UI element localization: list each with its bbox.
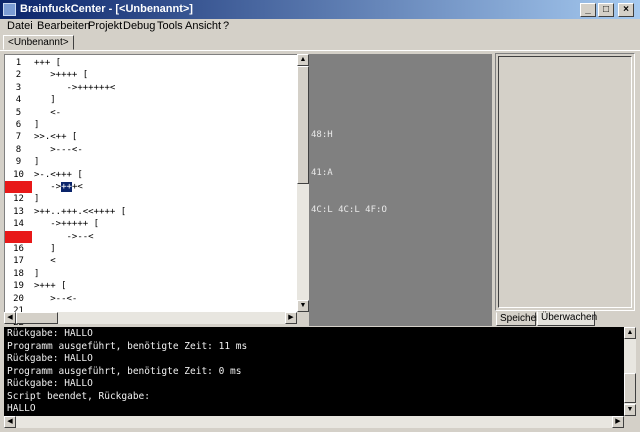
editor-vertical-scrollbar[interactable]: ▲ ▼ xyxy=(297,54,309,312)
code-line: < xyxy=(34,256,56,267)
scroll-down-button[interactable]: ▼ xyxy=(297,300,309,312)
line-number[interactable]: 9 xyxy=(5,156,32,168)
menu-bearbeiten[interactable]: Bearbeiten xyxy=(37,20,90,32)
code-line: ] xyxy=(34,244,56,254)
line-number[interactable]: 2 xyxy=(5,69,32,81)
memory-annotation-panel: 48:H 41:A 4C:L 4C:L 4F:O xyxy=(309,54,492,326)
line-number[interactable]: 7 xyxy=(5,131,32,143)
menu-projekt[interactable]: Projekt xyxy=(88,20,122,32)
memory-annotation: 4C:L 4C:L 4F:O xyxy=(311,204,387,215)
code-line: ] xyxy=(34,157,40,168)
line-number[interactable]: 18 xyxy=(5,268,32,280)
code-line: ->+++< xyxy=(34,182,83,192)
line-number[interactable]: 13 xyxy=(5,206,32,218)
console-vertical-scrollbar[interactable]: ▲ ▼ xyxy=(624,327,636,416)
line-number[interactable]: 17 xyxy=(5,255,32,267)
scroll-up-button[interactable]: ▲ xyxy=(297,54,309,66)
code-line: >+++ [ xyxy=(34,281,67,292)
maximize-button[interactable]: □ xyxy=(598,3,614,17)
selected-code: ++ xyxy=(61,182,72,192)
console-horizontal-scrollbar[interactable]: ◀ ▶ xyxy=(4,416,624,428)
code-line: >>.<++ [ xyxy=(34,132,78,143)
scroll-corner xyxy=(297,312,309,324)
code-line: ] xyxy=(34,268,40,279)
memory-annotation: 41:A xyxy=(311,167,333,178)
breakpoint-marker[interactable]: 15 xyxy=(5,230,32,243)
code-line: >---<- xyxy=(34,144,83,155)
line-number[interactable]: 12 xyxy=(5,193,32,205)
code-text: +< xyxy=(71,182,83,192)
window-title: BrainfuckCenter - [<Unbenannt>] xyxy=(20,3,193,15)
editor-horizontal-scrollbar[interactable]: ◀ ▶ xyxy=(4,312,297,324)
code-editor[interactable]: +++ [ >++++ [ ->++++++< ] <-] >>.<++ [ >-… xyxy=(32,54,297,312)
console-line: Programm ausgeführt, benötigte Zeit: 11 … xyxy=(7,340,248,352)
memory-annotation: 48:H xyxy=(311,130,333,141)
title-bar: BrainfuckCenter - [<Unbenannt>] _ □ × xyxy=(0,0,640,19)
console-scroll-left-button[interactable]: ◀ xyxy=(4,416,16,428)
line-number[interactable]: 20 xyxy=(5,293,32,305)
console-scroll-right-button[interactable]: ▶ xyxy=(612,416,624,428)
line-number[interactable]: 14 xyxy=(5,218,32,230)
scroll-right-button[interactable]: ▶ xyxy=(285,312,297,324)
menu-tools[interactable]: Tools xyxy=(157,20,183,32)
console-scroll-thumb[interactable] xyxy=(624,373,636,403)
code-line: <- xyxy=(34,107,62,118)
console-scroll-up-button[interactable]: ▲ xyxy=(624,327,636,339)
close-button[interactable]: × xyxy=(618,3,634,17)
console-line: HALLO xyxy=(7,403,36,414)
line-number[interactable]: 4 xyxy=(5,94,32,106)
tab-unbenannt[interactable]: <Unbenannt> xyxy=(3,35,74,50)
minimize-button[interactable]: _ xyxy=(580,3,596,17)
tab-speicher[interactable]: Speicher xyxy=(496,312,539,326)
line-number[interactable]: 6 xyxy=(5,119,32,131)
menu-help[interactable]: ? xyxy=(223,20,229,32)
line-number[interactable]: 8 xyxy=(5,144,32,156)
code-line: >-.<+++ [ xyxy=(34,169,83,180)
watch-panel-content xyxy=(498,56,632,308)
console-line: Script beendet, Rückgabe: xyxy=(7,390,150,402)
code-line: ->+++++ [ xyxy=(34,219,100,230)
line-number[interactable]: 3 xyxy=(5,82,32,94)
menu-ansicht[interactable]: Ansicht xyxy=(185,20,221,32)
app-icon xyxy=(3,3,16,16)
code-line: ] xyxy=(34,120,40,130)
console-scroll-down-button[interactable]: ▼ xyxy=(624,404,636,416)
tab-ueberwachen[interactable]: Überwachen xyxy=(537,311,597,326)
line-number[interactable]: 16 xyxy=(5,243,32,255)
scroll-left-button[interactable]: ◀ xyxy=(4,312,16,324)
console-line: Programm ausgeführt, benötigte Zeit: 0 m… xyxy=(7,365,242,377)
code-line: ] xyxy=(34,194,40,205)
console-line: Rückgabe: HALLO xyxy=(7,328,93,339)
code-line: >--<- xyxy=(34,293,78,304)
console-line: Rückgabe: HALLO xyxy=(7,353,93,364)
line-number-gutter[interactable]: 12345678910111213141516171819202122 xyxy=(4,54,32,328)
code-line: ->++++++< xyxy=(34,82,116,93)
code-line: ] xyxy=(34,95,56,106)
code-line: >++++ [ xyxy=(34,70,89,81)
line-number[interactable]: 5 xyxy=(5,107,32,119)
hscroll-thumb[interactable] xyxy=(16,312,58,324)
breakpoint-marker[interactable]: 11 xyxy=(5,181,32,194)
document-tab-strip: <Unbenannt> xyxy=(0,34,640,51)
menu-debug[interactable]: Debug xyxy=(123,20,155,32)
watch-panel xyxy=(495,53,635,311)
code-line: ->--< xyxy=(34,231,94,242)
output-console[interactable]: Rückgabe: HALLO Programm ausgeführt, benö… xyxy=(4,327,624,416)
menu-bar: Datei Bearbeiten Projekt Debug Tools Ans… xyxy=(0,19,640,34)
line-number[interactable]: 1 xyxy=(5,57,32,69)
scroll-thumb[interactable] xyxy=(297,66,309,184)
console-line: Rückgabe: HALLO xyxy=(7,378,93,389)
menu-datei[interactable]: Datei xyxy=(7,20,33,32)
code-line: +++ [ xyxy=(34,58,62,68)
code-line: >++..+++.<<++++ [ xyxy=(34,206,127,217)
line-number[interactable]: 10 xyxy=(5,169,32,181)
line-number[interactable]: 19 xyxy=(5,280,32,292)
